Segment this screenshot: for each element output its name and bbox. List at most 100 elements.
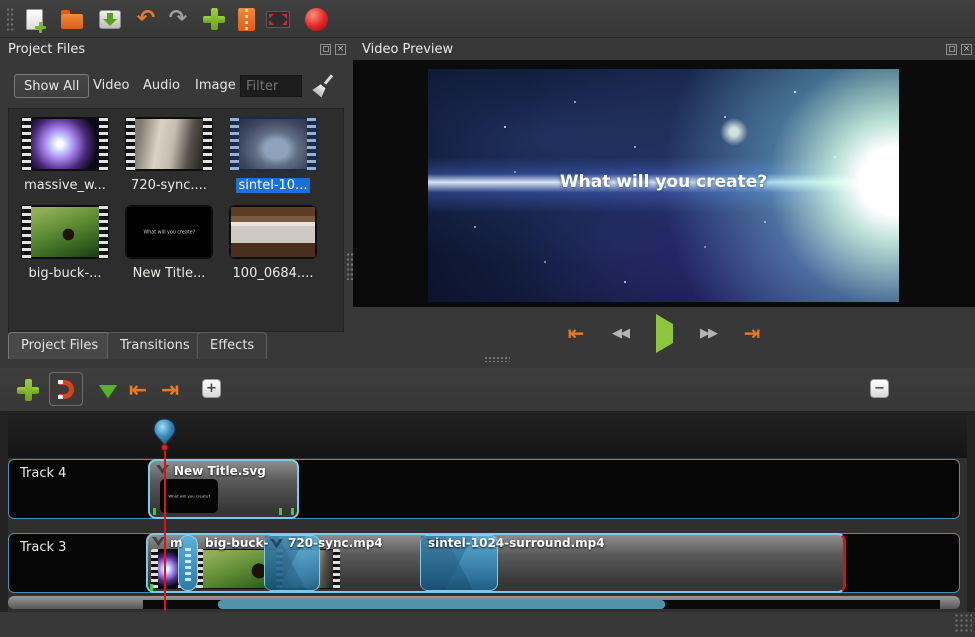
razor-tool-button[interactable] [92,375,124,407]
file-item-massive[interactable]: massive_w... [15,117,115,193]
magnet-icon [59,380,74,399]
center-on-playhead-button[interactable]: + [202,379,221,398]
main-toolbar: ↶ ↷ [0,0,975,38]
jump-to-end-button[interactable]: ⇥ [737,321,767,345]
panel-splitter-handle[interactable] [346,252,353,280]
file-item-bigbuck[interactable]: big-buck-... [15,205,115,281]
filter-audio-button[interactable]: Audio [143,74,180,97]
play-icon [656,314,673,353]
new-project-button[interactable] [18,3,50,35]
timeline-tracks-area: Track 4 New Title.svg What will you crea… [0,458,975,612]
filmstrip-icon [238,8,255,31]
clip-label-massive: m [170,536,183,550]
timeline-jump-end-button[interactable]: ⇥ [154,374,186,406]
file-thumbnail [21,205,109,259]
fade-handle[interactable] [279,508,282,515]
file-name: sintel-10... [223,178,323,193]
filter-image-button[interactable]: Image [195,74,236,97]
track-4-name: Track 4 [20,466,66,481]
timeline-jump-start-button[interactable]: ⇤ [122,374,154,406]
save-project-button[interactable] [94,3,126,35]
jump-end-icon: ⇥ [161,378,179,403]
file-item-100-0684[interactable]: 100_0684.... [223,205,323,281]
rewind-button[interactable]: ◀◀ [605,326,635,341]
redo-icon: ↷ [169,8,187,30]
project-files-list: massive_w... 720-sync.... sintel-10... b… [8,108,344,332]
file-name: 100_0684.... [223,266,323,281]
minus-icon: − [874,382,885,395]
timeline-right-edge [967,411,975,612]
close-panel-icon[interactable]: × [961,44,972,55]
project-files-window-buttons: × [320,44,346,55]
snapping-toggle-button[interactable] [49,372,83,406]
clip-menu-chevron-icon[interactable] [156,465,169,474]
timeline-left-edge [0,411,8,612]
clip-label: New Title.svg [174,464,266,478]
clip-label-sintel: sintel-1024-surround.mp4 [428,536,605,550]
jump-to-start-button[interactable]: ⇤ [561,321,591,345]
import-files-button[interactable] [198,3,230,35]
file-name: 720-sync.... [119,178,219,193]
clear-filter-broom-icon[interactable] [312,74,332,96]
plus-icon: + [206,382,217,395]
fullscreen-icon [266,11,290,28]
project-files-panel-title: Project Files [8,42,85,64]
file-thumbnail [229,117,317,171]
fade-handle[interactable] [291,508,294,515]
close-panel-icon[interactable]: × [335,44,346,55]
fast-forward-button[interactable]: ▶▶ [693,326,723,341]
file-name: New Title... [119,266,219,281]
tab-project-files[interactable]: Project Files [8,332,111,359]
playhead-balloon-icon [152,418,177,452]
playback-controls: ⇤ ◀◀ ▶▶ ⇥ [353,312,975,354]
clip-label-720sync: 720-sync.mp4 [288,536,383,550]
redo-button[interactable]: ↷ [162,3,194,35]
float-panel-icon[interactable] [946,44,957,55]
open-folder-icon [61,14,83,29]
fade-handle[interactable] [150,584,153,591]
open-project-button[interactable] [56,3,88,35]
video-preview-area: What will you create? [353,60,975,307]
filter-show-all-button[interactable]: Show All [14,74,89,98]
file-thumbnail [125,117,213,171]
horizontal-scrollbar-handle[interactable] [218,600,665,609]
fullscreen-button[interactable] [262,3,294,35]
file-item-720sync[interactable]: 720-sync.... [119,117,219,193]
clip-thumbnail: What will you create? [160,479,218,513]
playhead-marker[interactable] [152,418,177,456]
add-track-button[interactable] [12,374,44,406]
file-item-sintel-selected[interactable]: sintel-10... [223,117,323,193]
export-video-button[interactable] [300,3,332,35]
file-thumbnail [21,117,109,171]
record-circle-icon [305,8,328,31]
playhead-line[interactable] [164,443,166,611]
timeline-ruler[interactable]: 00:00:31:15 00:00:40 00:01:00 00:01:20 0… [0,411,975,458]
file-thumbnail: What will you create? [125,205,213,259]
float-panel-icon[interactable] [320,44,331,55]
dock-splitter-handle[interactable] [484,356,510,362]
save-icon [99,10,121,29]
project-files-filter-bar: Show All Video Audio Image [0,74,351,100]
file-item-newtitle[interactable]: What will you create? New Title... [119,205,219,281]
timeline-toolbar: ⇤ ⇥ + − 20 seconds [0,368,975,411]
window-resize-grip[interactable] [954,613,972,633]
file-name: massive_w... [15,178,115,193]
toolbar-drag-handle[interactable] [6,7,15,31]
play-button[interactable] [649,324,679,343]
file-name: big-buck-... [15,266,115,281]
undo-icon: ↶ [137,8,155,30]
filter-video-button[interactable]: Video [93,74,129,97]
fade-handle[interactable] [153,508,156,515]
preview-window-buttons: × [946,44,972,55]
plus-icon [203,8,225,30]
tab-transitions[interactable]: Transitions [107,332,203,359]
tab-effects[interactable]: Effects [197,332,267,359]
new-project-icon [26,9,43,30]
plus-icon [17,379,39,401]
choose-profile-button[interactable] [230,3,262,35]
filter-input[interactable] [240,75,302,97]
clip-new-title-svg[interactable]: New Title.svg What will you create? [148,459,299,519]
zoom-out-button[interactable]: − [870,379,889,398]
track-3-name: Track 3 [20,540,66,555]
undo-button[interactable]: ↶ [130,3,162,35]
